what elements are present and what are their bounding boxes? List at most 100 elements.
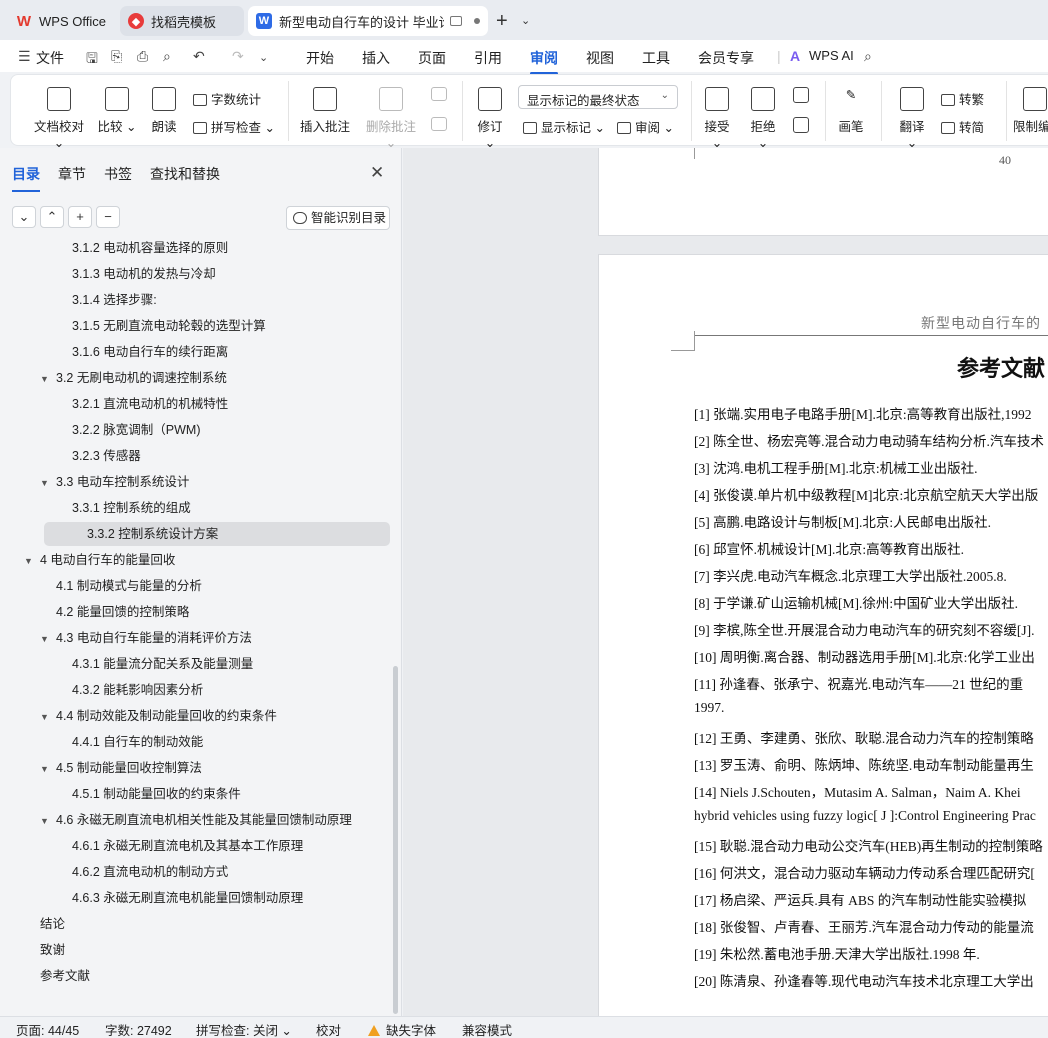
read-aloud-button[interactable]: 朗读: [147, 87, 181, 135]
toc-item[interactable]: 4.3.1 能量流分配关系及能量测量: [56, 652, 253, 676]
tab-sections[interactable]: 章节: [58, 164, 86, 184]
new-tab-button[interactable]: +: [496, 10, 508, 33]
toc-item[interactable]: 致谢: [24, 938, 65, 962]
to-traditional-button[interactable]: 转繁: [941, 89, 984, 108]
show-markup-button[interactable]: 显示标记 ⌄: [523, 117, 605, 136]
wps-ai-button[interactable]: WPS AI: [809, 48, 854, 63]
expand-caret-icon[interactable]: ▼: [40, 627, 56, 651]
review-pane-button[interactable]: 审阅 ⌄: [617, 117, 674, 136]
tab-document[interactable]: W 新型电动自行车的设计 毕业论: [248, 6, 488, 36]
markup-state-select[interactable]: 显示标记的最终状态 ⌄: [518, 85, 678, 109]
next-change-button[interactable]: [791, 117, 811, 138]
delete-comment-button[interactable]: 删除批注 ⌄: [361, 87, 421, 150]
expand-caret-icon[interactable]: ▼: [40, 367, 56, 391]
spell-check-button[interactable]: 拼写检查 ⌄: [193, 117, 275, 136]
quick-access-more-icon[interactable]: ⌄: [259, 51, 268, 64]
expand-caret-icon[interactable]: ▼: [40, 471, 56, 495]
toc-item[interactable]: 结论: [24, 912, 65, 936]
menu-item-review[interactable]: 审阅: [530, 48, 558, 75]
toc-item[interactable]: 3.1.4 选择步骤:: [56, 288, 157, 312]
menu-hamburger-icon[interactable]: ☰: [18, 48, 31, 65]
missing-fonts-status[interactable]: 缺失字体: [368, 1020, 436, 1038]
restrict-edit-button[interactable]: 限制编: [1013, 87, 1048, 135]
share-icon[interactable]: ⎘: [111, 48, 122, 65]
toc-item[interactable]: 3.3.1 控制系统的组成: [56, 496, 191, 520]
translate-button[interactable]: 翻译 ⌄: [893, 87, 931, 150]
add-heading-button[interactable]: +: [68, 206, 92, 228]
previous-change-button[interactable]: [791, 87, 811, 108]
toc-item[interactable]: 4.6.3 永磁无刷直流电机能量回馈制动原理: [56, 886, 303, 910]
menu-item-insert[interactable]: 插入: [362, 48, 390, 68]
search-icon[interactable]: ⌕: [864, 48, 872, 65]
toc-item[interactable]: ▼ 3.3 电动车控制系统设计: [40, 470, 189, 494]
close-icon[interactable]: ✕: [370, 163, 384, 183]
insert-comment-button[interactable]: 插入批注: [299, 87, 351, 135]
toc-item[interactable]: 4.2 能量回馈的控制策略: [40, 600, 189, 624]
menu-item-start[interactable]: 开始: [306, 48, 334, 68]
collapse-button[interactable]: ⌄: [12, 206, 36, 228]
toc-item[interactable]: 4.6.1 永磁无刷直流电机及其基本工作原理: [56, 834, 303, 858]
track-changes-button[interactable]: 修订 ⌄: [471, 87, 509, 150]
word-count-button[interactable]: 字数统计: [193, 89, 261, 108]
pen-button[interactable]: ✎ 画笔: [833, 87, 869, 135]
window-preview-icon[interactable]: [450, 16, 462, 26]
menu-item-references[interactable]: 引用: [474, 48, 502, 68]
toc-item-selected[interactable]: 3.3.2 控制系统设计方案: [44, 522, 390, 546]
next-comment-button[interactable]: [429, 117, 449, 136]
print-preview-icon[interactable]: ⌕: [163, 48, 171, 65]
toc-item[interactable]: ▼ 4.5 制动能量回收控制算法: [40, 756, 202, 780]
save-icon[interactable]: 🖫: [86, 48, 98, 72]
word-count-indicator[interactable]: 字数: 27492: [105, 1020, 172, 1038]
accept-button[interactable]: 接受 ⌄: [699, 87, 735, 150]
unsaved-dot-icon[interactable]: [474, 18, 480, 24]
print-icon[interactable]: ⎙: [137, 48, 148, 65]
menu-file[interactable]: 文件: [36, 48, 64, 68]
toc-item[interactable]: ▼ 4.6 永磁无刷直流电机相关性能及其能量回馈制动原理: [40, 808, 352, 832]
document-canvas[interactable]: 40 新型电动自行车的 参考文献 [1] 张端.实用电子电路手册[M].北京:高…: [403, 148, 1048, 1016]
toc-item[interactable]: ▼ 4.3 电动自行车能量的消耗评价方法: [40, 626, 252, 650]
previous-comment-button[interactable]: [429, 87, 449, 106]
toc-scrollbar[interactable]: [393, 666, 398, 1014]
expand-caret-icon[interactable]: ▼: [24, 549, 40, 573]
tab-toc[interactable]: 目录: [12, 164, 40, 192]
toc-item[interactable]: 3.2.3 传感器: [56, 444, 141, 468]
remove-heading-button[interactable]: −: [96, 206, 120, 228]
toc-item[interactable]: 3.1.6 电动自行车的续行距离: [56, 340, 228, 364]
compare-button[interactable]: 比较 ⌄: [97, 87, 137, 135]
toc-item[interactable]: 参考文献: [24, 964, 90, 988]
page-indicator[interactable]: 页面: 44/45: [16, 1020, 79, 1038]
menu-item-view[interactable]: 视图: [586, 48, 614, 68]
toc-item[interactable]: ▼ 4 电动自行车的能量回收: [24, 548, 175, 572]
expand-caret-icon[interactable]: ▼: [40, 809, 56, 833]
proofread-status[interactable]: 校对: [316, 1020, 341, 1038]
menu-item-member[interactable]: 会员专享: [698, 48, 754, 68]
expand-button[interactable]: ⌃: [40, 206, 64, 228]
spell-check-status[interactable]: 拼写检查: 关闭 ⌄: [196, 1020, 292, 1038]
toc-item[interactable]: 3.2.2 脉宽调制（PWM): [56, 418, 201, 442]
toc-item[interactable]: ▼ 4.4 制动效能及制动能量回收的约束条件: [40, 704, 277, 728]
tab-templates[interactable]: ◆ 找稻壳模板: [120, 6, 244, 36]
tab-bookmarks[interactable]: 书签: [104, 164, 132, 184]
smart-toc-button[interactable]: 智能识别目录: [286, 206, 390, 230]
tab-list-chevron-icon[interactable]: ⌄: [521, 14, 530, 27]
undo-icon[interactable]: ↶: [193, 48, 205, 65]
toc-item[interactable]: 4.5.1 制动能量回收的约束条件: [56, 782, 241, 806]
expand-caret-icon[interactable]: ▼: [40, 705, 56, 729]
redo-icon[interactable]: ↷: [232, 48, 244, 65]
expand-caret-icon[interactable]: ▼: [40, 757, 56, 781]
toc-item[interactable]: 3.1.2 电动机容量选择的原则: [56, 240, 228, 260]
reject-button[interactable]: 拒绝 ⌄: [745, 87, 781, 150]
tab-find-replace[interactable]: 查找和替换: [150, 164, 220, 184]
toc-item[interactable]: 3.1.3 电动机的发热与冷却: [56, 262, 216, 286]
doc-check-button[interactable]: 文档校对 ⌄: [29, 87, 89, 150]
menu-item-tools[interactable]: 工具: [642, 48, 670, 68]
to-simplified-button[interactable]: 转简: [941, 117, 984, 136]
toc-item[interactable]: ▼ 3.2 无刷电动机的调速控制系统: [40, 366, 227, 390]
menu-item-page[interactable]: 页面: [418, 48, 446, 68]
toc-item[interactable]: 3.2.1 直流电动机的机械特性: [56, 392, 228, 416]
toc-item[interactable]: 4.3.2 能耗影响因素分析: [56, 678, 203, 702]
toc-item[interactable]: 3.1.5 无刷直流电动轮毂的选型计算: [56, 314, 266, 338]
toc-item[interactable]: 4.6.2 直流电动机的制动方式: [56, 860, 228, 884]
wps-ai-icon[interactable]: A: [790, 48, 800, 64]
tab-wps-office[interactable]: W WPS Office: [8, 6, 114, 36]
